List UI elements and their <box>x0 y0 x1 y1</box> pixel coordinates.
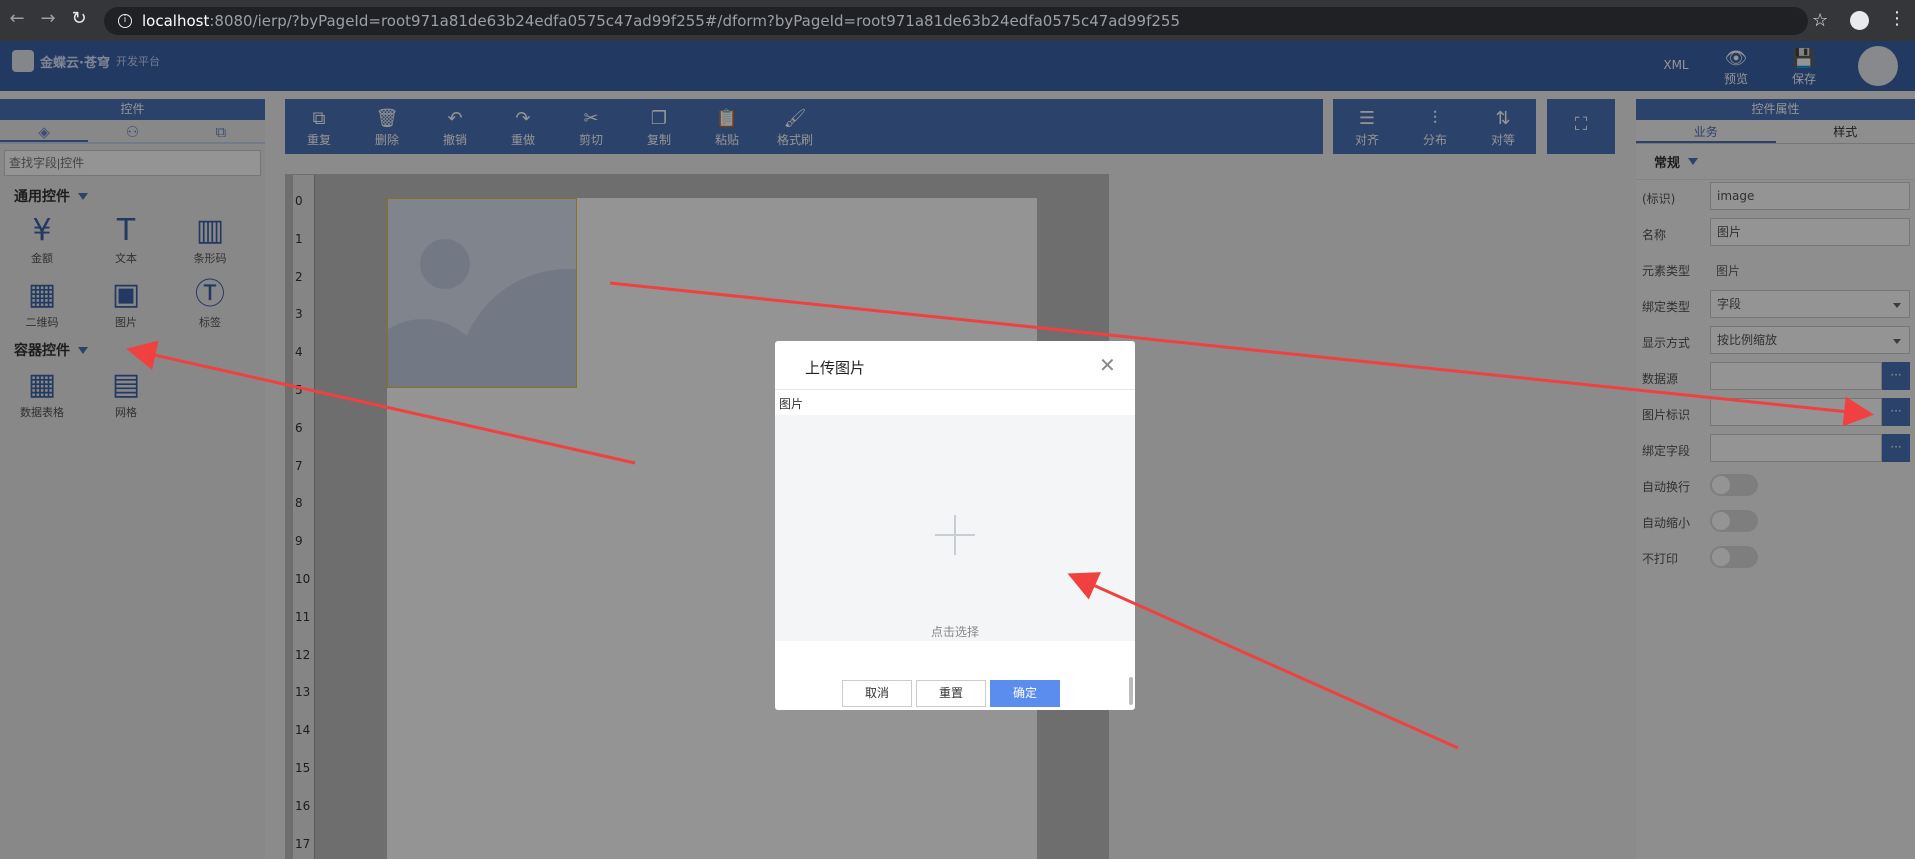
dialog-title: 上传图片 <box>805 359 866 377</box>
browser-toolbar: ← → ↻ i localhost:8080/ierp/?byPageId=ro… <box>0 0 1915 41</box>
close-icon[interactable]: ✕ <box>1099 353 1116 377</box>
back-icon[interactable]: ← <box>2 8 32 29</box>
forward-icon[interactable]: → <box>33 8 63 29</box>
menu-kebab-icon[interactable]: ⋮ <box>1888 8 1906 29</box>
url-path: :8080/ierp/?byPageId=root971a81de63b24ed… <box>209 12 1180 30</box>
reset-button[interactable]: 重置 <box>916 680 986 707</box>
image-field-label: 图片 <box>779 397 804 411</box>
dialog-divider <box>775 389 1135 390</box>
account-icon[interactable] <box>1850 11 1869 30</box>
image-upload-dropzone[interactable]: 点击选择 <box>775 415 1135 641</box>
plus-icon <box>935 515 975 555</box>
upload-image-dialog: 上传图片 ✕ 图片 点击选择 取消 重置 确定 <box>775 341 1135 710</box>
dialog-scrollbar[interactable] <box>1129 677 1133 705</box>
info-icon[interactable]: i <box>118 14 132 28</box>
ok-button[interactable]: 确定 <box>990 680 1060 707</box>
address-bar[interactable]: i localhost:8080/ierp/?byPageId=root971a… <box>104 7 1808 35</box>
bookmark-star-icon[interactable]: ☆ <box>1812 10 1828 31</box>
upload-hint: 点击选择 <box>930 625 979 639</box>
reload-icon[interactable]: ↻ <box>64 8 94 29</box>
cancel-button[interactable]: 取消 <box>842 680 912 707</box>
url-host: localhost <box>142 12 210 30</box>
